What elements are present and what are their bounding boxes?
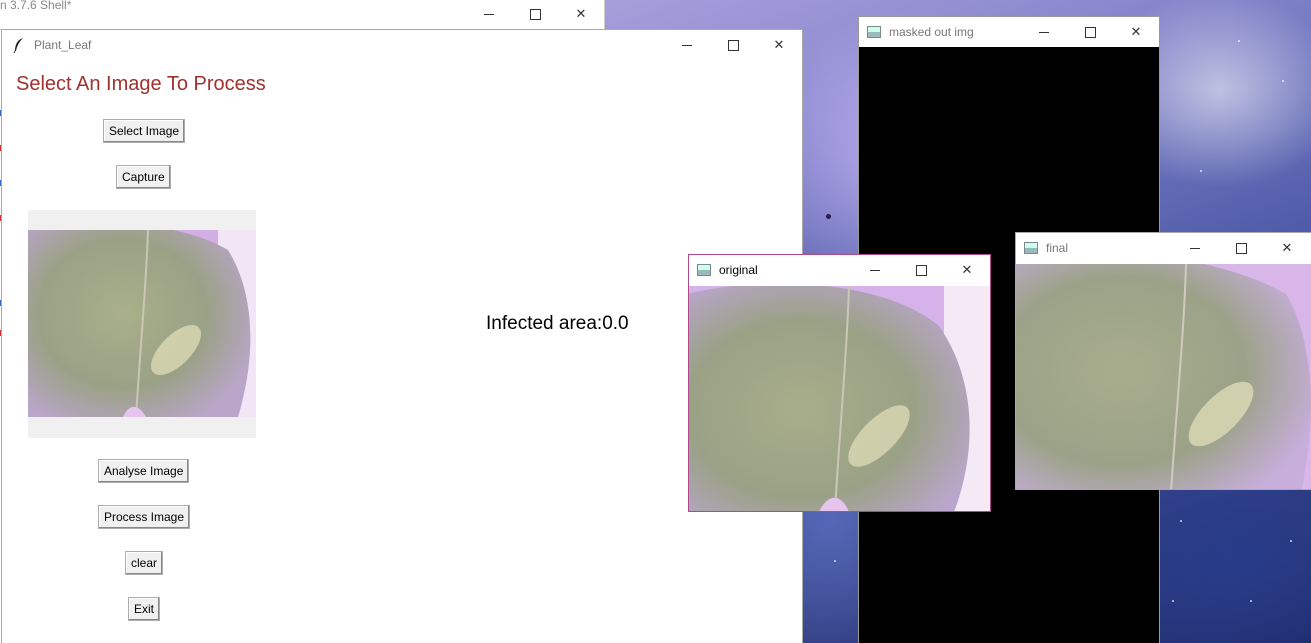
maximize-icon[interactable] [898, 255, 944, 285]
cv-window-icon [1024, 242, 1038, 254]
masked-titlebar[interactable]: masked out img [859, 17, 1159, 47]
close-icon[interactable] [756, 30, 802, 60]
close-icon[interactable] [1264, 233, 1310, 263]
final-title: final [1046, 241, 1069, 255]
close-icon[interactable] [558, 4, 604, 24]
analyse-image-button[interactable]: Analyse Image [98, 459, 190, 483]
leaf-image [28, 230, 256, 417]
maximize-icon[interactable] [1067, 17, 1113, 47]
capture-button[interactable]: Capture [116, 165, 171, 189]
original-image-canvas [689, 286, 990, 511]
plant-titlebar[interactable]: Plant_Leaf [2, 30, 802, 60]
page-heading: Select An Image To Process [16, 73, 266, 95]
shell-title: n 3.7.6 Shell* [0, 0, 72, 12]
final-titlebar[interactable]: final [1016, 233, 1311, 263]
minimize-icon[interactable] [1021, 17, 1067, 47]
minimize-icon[interactable] [664, 30, 710, 60]
masked-title: masked out img [889, 25, 974, 39]
exit-button[interactable]: Exit [128, 597, 161, 621]
maximize-icon[interactable] [710, 30, 756, 60]
process-image-button[interactable]: Process Image [98, 505, 191, 529]
cv-window-icon [697, 264, 711, 276]
plant-leaf-window[interactable]: Plant_Leaf Select An Image To Process Se… [1, 29, 803, 643]
cv-window-icon [867, 26, 881, 38]
final-window[interactable]: final [1015, 232, 1311, 490]
minimize-icon[interactable] [1172, 233, 1218, 263]
minimize-icon[interactable] [852, 255, 898, 285]
final-image-canvas [1016, 264, 1311, 489]
select-image-button[interactable]: Select Image [103, 119, 186, 143]
original-title: original [719, 263, 758, 277]
original-titlebar[interactable]: original [689, 255, 990, 285]
maximize-icon[interactable] [512, 4, 558, 24]
minimize-icon[interactable] [466, 4, 512, 24]
original-window[interactable]: original [688, 254, 991, 512]
maximize-icon[interactable] [1218, 233, 1264, 263]
python-shell-window[interactable]: n 3.7.6 Shell* [0, 0, 605, 30]
close-icon[interactable] [1113, 17, 1159, 47]
infected-area-label: Infected area:0.0 [486, 313, 629, 334]
leaf-preview [28, 210, 256, 438]
close-icon[interactable] [944, 255, 990, 285]
feather-icon [12, 37, 26, 53]
shell-titlebar[interactable]: n 3.7.6 Shell* [0, 0, 604, 24]
plant-title: Plant_Leaf [34, 38, 92, 52]
clear-button[interactable]: clear [125, 551, 164, 575]
